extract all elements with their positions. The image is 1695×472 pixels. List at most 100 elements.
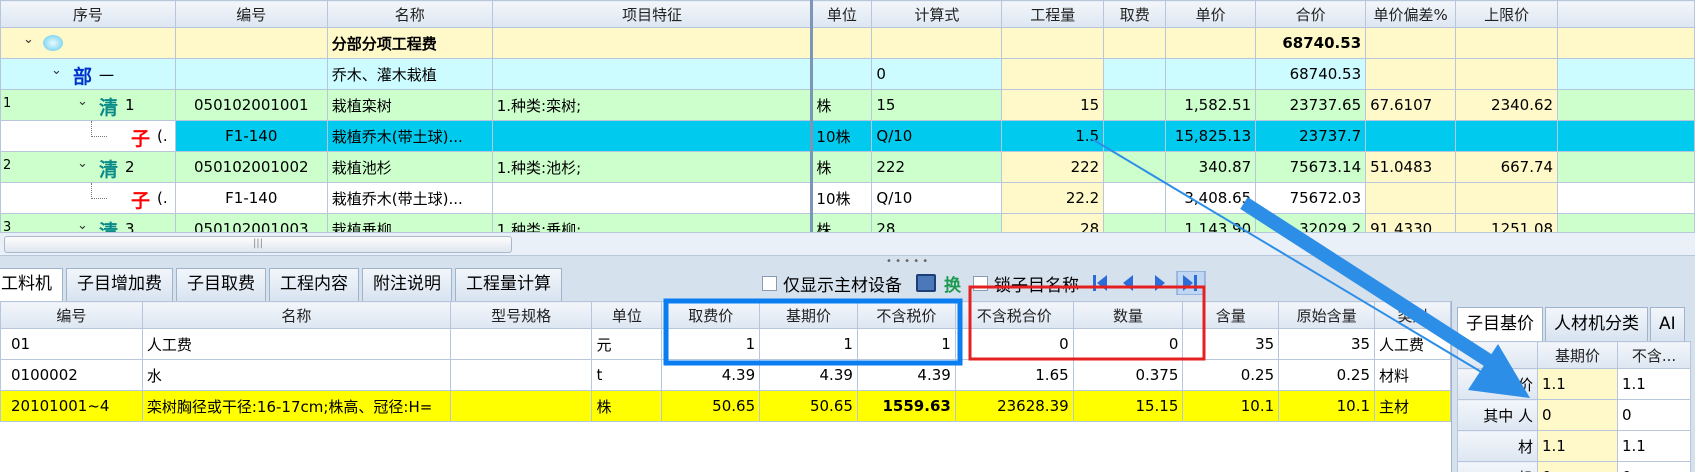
seq-cell[interactable]: ⌄ 部一 <box>0 58 176 90</box>
unit-cell[interactable] <box>811 58 873 90</box>
extra-cell[interactable] <box>1557 182 1695 214</box>
total-cell[interactable]: 23737.65 <box>1255 89 1367 121</box>
fee-cell[interactable] <box>1103 120 1167 152</box>
deviation-cell[interactable]: 91.4330 <box>1365 213 1457 232</box>
r-label-cell[interactable]: 材 <box>1457 430 1538 462</box>
tab-add-fee[interactable]: 子目增加费 <box>66 268 173 301</box>
extra-cell[interactable] <box>1557 151 1695 183</box>
deviation-cell[interactable] <box>1365 27 1457 59</box>
expand-chevron-icon[interactable]: ⌄ <box>77 218 88 232</box>
code-cell[interactable] <box>174 27 328 59</box>
expand-chevron-icon[interactable]: ⌄ <box>23 32 34 47</box>
tab-fee[interactable]: 子目取费 <box>176 268 266 301</box>
col-total[interactable]: 合价 <box>1255 0 1367 28</box>
m-base-cell[interactable]: 1 <box>759 328 858 360</box>
col-r-base[interactable]: 基期价 <box>1537 341 1618 369</box>
m-name-cell[interactable]: 水 <box>141 359 451 391</box>
m-name-cell[interactable]: 人工费 <box>141 328 451 360</box>
col-qty[interactable]: 工程量 <box>1001 0 1105 28</box>
tab-work-content[interactable]: 工程内容 <box>269 268 359 301</box>
cap-cell[interactable] <box>1455 182 1559 214</box>
fee-cell[interactable] <box>1103 213 1167 232</box>
name-cell[interactable]: 栽植栾树 <box>326 89 493 121</box>
splitter-handle[interactable]: • • • • • <box>886 256 928 267</box>
first-icon[interactable] <box>1093 275 1107 291</box>
quota-row[interactable]: 2 ⌄ 清 2 050102001002 栽植池杉 1.种类:池杉; 株 222 222 340.8… <box>0 151 1695 183</box>
m-code-cell[interactable]: 20101001~4 <box>0 390 143 422</box>
m-notax-cell[interactable]: 4.39 <box>856 359 956 391</box>
col-m-type[interactable]: 类别 <box>1374 301 1451 329</box>
unit-cell[interactable]: 株 <box>811 151 873 183</box>
m-name-cell[interactable]: 栾树胸径或干径:16-17cm;株高、冠径:H= <box>141 390 451 422</box>
m-spec-cell[interactable] <box>449 390 593 422</box>
col-code[interactable]: 编号 <box>174 0 328 28</box>
r-notax-cell[interactable]: 0 <box>1617 461 1691 472</box>
col-m-code[interactable]: 编号 <box>0 301 143 329</box>
m-spec-cell[interactable] <box>449 359 593 391</box>
col-price[interactable]: 单价 <box>1165 0 1257 28</box>
m-orig-cell[interactable]: 10.1 <box>1278 390 1376 422</box>
r-label-cell[interactable]: 其中 人 <box>1457 399 1538 431</box>
col-m-notax[interactable]: 不含税价 <box>856 301 956 329</box>
code-cell[interactable] <box>174 58 328 90</box>
seq-cell[interactable]: ⌄ <box>0 27 176 59</box>
qty-cell[interactable]: 1.5 <box>1001 120 1105 152</box>
quota-row[interactable]: 3 ⌄ 清 3 050102001003 栽植垂柳 1.种类:垂柳; 株 28 28 1,143.9… <box>0 213 1695 232</box>
col-name[interactable]: 名称 <box>326 0 493 28</box>
quota-row[interactable]: ⌄ 分部分项工程费 68740.53 <box>0 27 1695 59</box>
col-m-name[interactable]: 名称 <box>141 301 451 329</box>
formula-cell[interactable]: Q/10 <box>871 120 1003 152</box>
r-base-cell[interactable]: 1.1 <box>1537 430 1618 462</box>
m-base-cell[interactable]: 4.39 <box>759 359 858 391</box>
total-cell[interactable]: 75673.14 <box>1255 151 1367 183</box>
base-price-row[interactable]: 机00 <box>1457 461 1691 472</box>
seq-cell[interactable]: 子 (. <box>0 120 176 152</box>
qty-cell[interactable] <box>1001 58 1105 90</box>
price-cell[interactable]: 15,825.13 <box>1165 120 1257 152</box>
horizontal-scrollbar[interactable]: ||| <box>0 232 1695 256</box>
extra-cell[interactable] <box>1557 89 1695 121</box>
deviation-cell[interactable] <box>1365 120 1457 152</box>
fee-cell[interactable] <box>1103 27 1167 59</box>
name-cell[interactable]: 栽植池杉 <box>326 151 493 183</box>
col-m-qty[interactable]: 数量 <box>1072 301 1184 329</box>
r-base-cell[interactable]: 0 <box>1537 461 1618 472</box>
col-m-content[interactable]: 含量 <box>1182 301 1280 329</box>
extra-cell[interactable] <box>1557 58 1695 90</box>
name-cell[interactable]: 栽植乔木(带土球)... <box>326 120 493 152</box>
col-m-fee[interactable]: 取费价 <box>661 301 761 329</box>
m-content-cell[interactable]: 10.1 <box>1182 390 1280 422</box>
extra-cell[interactable] <box>1557 27 1695 59</box>
col-deviation[interactable]: 单价偏差% <box>1365 0 1457 28</box>
unit-cell[interactable]: 株 <box>811 213 873 232</box>
tab-labor-material[interactable]: 工料机 <box>0 268 63 301</box>
cap-cell[interactable]: 667.74 <box>1455 151 1559 183</box>
m-qty-cell[interactable]: 0.375 <box>1072 359 1184 391</box>
lock-name-checkbox[interactable] <box>973 275 988 291</box>
seq-cell[interactable]: 3 ⌄ 清 3 <box>0 213 176 232</box>
name-cell[interactable]: 乔木、灌木栽植 <box>326 58 493 90</box>
col-feature[interactable]: 项目特征 <box>491 0 813 28</box>
quota-row[interactable]: 子 (. F1-140 栽植乔木(带土球)... 10株 Q/10 1.5 15,825.13… <box>0 120 1695 152</box>
col-cap[interactable]: 上限价 <box>1455 0 1559 28</box>
feature-cell[interactable] <box>491 182 813 214</box>
formula-cell[interactable]: 222 <box>871 151 1003 183</box>
seq-cell[interactable]: 1 ⌄ 清 1 <box>0 89 176 121</box>
material-row[interactable]: 0100002 水 t 4.39 4.39 4.39 1.65 0.375 0.25 0.25 材料 <box>0 359 1451 391</box>
r-notax-cell[interactable]: 1.1 <box>1617 430 1691 462</box>
prev-icon[interactable] <box>1123 275 1133 291</box>
unit-cell[interactable]: 10株 <box>811 120 873 152</box>
col-m-unit[interactable]: 单位 <box>591 301 663 329</box>
material-row[interactable]: 01 人工费元 1 1 1 0 0 35 35 人工费 <box>0 328 1451 360</box>
cap-cell[interactable]: 2340.62 <box>1455 89 1559 121</box>
r-label-cell[interactable]: 基价 <box>1457 368 1538 400</box>
m-qty-cell[interactable]: 15.15 <box>1072 390 1184 422</box>
quota-row[interactable]: 1 ⌄ 清 1 050102001001 栽植栾树 1.种类:栾树; 株 15 15 1,582.5… <box>0 89 1695 121</box>
r-label-cell[interactable]: 机 <box>1457 461 1538 472</box>
qty-cell[interactable]: 22.2 <box>1001 182 1105 214</box>
m-orig-cell[interactable]: 0.25 <box>1278 359 1376 391</box>
tab-category[interactable]: 人材机分类 <box>1545 307 1648 341</box>
expand-chevron-icon[interactable]: ⌄ <box>77 156 88 171</box>
tab-base-price[interactable]: 子目基价 <box>1457 307 1543 341</box>
unit-cell[interactable]: 10株 <box>811 182 873 214</box>
